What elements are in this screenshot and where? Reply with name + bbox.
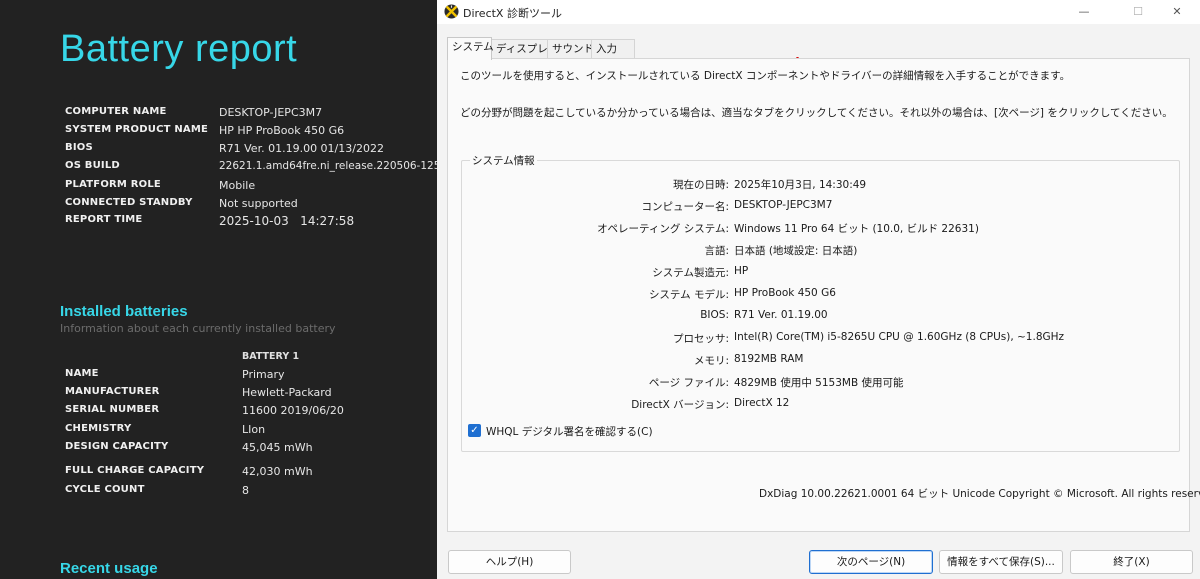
sysinfo-row: メモリ: 8192MB RAM xyxy=(462,353,1181,369)
directx-icon xyxy=(444,4,459,19)
sysinfo-row: ページ ファイル: 4829MB 使用中 5153MB 使用可能 xyxy=(462,375,1181,391)
recent-usage-title: Recent usage xyxy=(60,560,158,577)
sysinfo-key: システム モデル: xyxy=(648,289,729,301)
sysinfo-row: コンピューター名: DESKTOP-JEPC3M7 xyxy=(462,199,1181,215)
sysinfo-row: プロセッサ: Intel(R) Core(TM) i5-8265U CPU @ … xyxy=(462,331,1181,347)
sysinfo-key: ページ ファイル: xyxy=(648,377,729,389)
sysinfo-value: Intel(R) Core(TM) i5-8265U CPU @ 1.60GHz… xyxy=(734,331,1065,343)
info-value: DESKTOP-JEPC3M7 xyxy=(219,106,323,119)
sysinfo-value: DESKTOP-JEPC3M7 xyxy=(734,199,833,211)
info-value: Not supported xyxy=(219,197,298,210)
sysinfo-row: システム製造元: HP xyxy=(462,265,1181,281)
battery-key: NAME xyxy=(65,368,99,379)
battery-value: 42,030 mWh xyxy=(242,465,313,478)
info-key: COMPUTER NAME xyxy=(65,106,167,117)
title-bar[interactable]: DirectX 診断ツール — ☐ ✕ xyxy=(437,0,1200,24)
sysinfo-key: BIOS: xyxy=(700,309,729,321)
sysinfo-value: 4829MB 使用中 5153MB 使用可能 xyxy=(734,377,904,389)
battery-key: MANUFACTURER xyxy=(65,386,160,397)
sysinfo-value: 日本語 (地域設定: 日本語) xyxy=(734,245,858,257)
dxdiag-window: DirectX 診断ツール — ☐ ✕ システム ディスプレイ サウンド 入力 … xyxy=(437,0,1200,579)
battery-key: FULL CHARGE CAPACITY xyxy=(65,465,205,476)
tab-input[interactable]: 入力 xyxy=(591,39,635,59)
battery-key: CHEMISTRY xyxy=(65,423,132,434)
checkmark-icon[interactable]: ✓ xyxy=(468,424,481,437)
sysinfo-key: DirectX バージョン: xyxy=(631,399,729,411)
battery-value: 11600 2019/06/20 xyxy=(242,404,344,417)
whql-checkbox-label[interactable]: WHQL デジタル署名を確認する(C) xyxy=(486,424,653,439)
minimize-button[interactable]: — xyxy=(1061,0,1107,24)
system-tab-panel: このツールを使用すると、インストールされている DirectX コンポーネントや… xyxy=(447,58,1200,532)
battery-value: 8 xyxy=(242,484,249,497)
battery-key: DESIGN CAPACITY xyxy=(65,441,169,452)
window-title: DirectX 診断ツール xyxy=(463,7,562,20)
tab-system[interactable]: システム xyxy=(447,37,494,60)
help-button[interactable]: ヘルプ(H) xyxy=(448,550,571,574)
group-legend: システム情報 xyxy=(470,153,537,168)
sysinfo-value: 2025年10月3日, 14:30:49 xyxy=(734,179,867,191)
info-value: R71 Ver. 01.19.00 01/13/2022 xyxy=(219,142,384,155)
info-value: Mobile xyxy=(219,179,256,192)
sysinfo-value: 8192MB RAM xyxy=(734,353,804,365)
system-info-group: システム情報 現在の日時: 2025年10月3日, 14:30:49 コンピュー… xyxy=(461,153,1181,452)
sysinfo-value: Windows 11 Pro 64 ビット (10.0, ビルド 22631) xyxy=(734,223,979,235)
sysinfo-key: メモリ: xyxy=(693,355,729,367)
info-key: OS BUILD xyxy=(65,160,120,171)
sysinfo-key: オペレーティング システム: xyxy=(597,223,729,235)
info-key: REPORT TIME xyxy=(65,214,143,225)
description-text: このツールを使用すると、インストールされている DirectX コンポーネントや… xyxy=(460,70,1071,82)
info-key: PLATFORM ROLE xyxy=(65,179,161,190)
sysinfo-key: コンピューター名: xyxy=(641,201,729,213)
sysinfo-row: BIOS: R71 Ver. 01.19.00 xyxy=(462,309,1181,325)
info-value: HP HP ProBook 450 G6 xyxy=(219,124,345,137)
sysinfo-value: DirectX 12 xyxy=(734,397,790,409)
installed-batteries-title: Installed batteries xyxy=(60,303,188,320)
battery-value: Hewlett-Packard xyxy=(242,386,332,399)
sysinfo-row: DirectX バージョン: DirectX 12 xyxy=(462,397,1181,413)
sysinfo-row: 言語: 日本語 (地域設定: 日本語) xyxy=(462,243,1181,259)
battery-report-title: Battery report xyxy=(60,28,298,70)
battery-key: SERIAL NUMBER xyxy=(65,404,160,415)
copyright-text: DxDiag 10.00.22621.0001 64 ビット Unicode C… xyxy=(759,488,1200,500)
save-all-button[interactable]: 情報をすべて保存(S)... xyxy=(939,550,1063,574)
info-key: SYSTEM PRODUCT NAME xyxy=(65,124,209,135)
battery-value: 45,045 mWh xyxy=(242,441,313,454)
next-page-button[interactable]: 次のページ(N) xyxy=(809,550,933,574)
battery-key: CYCLE COUNT xyxy=(65,484,145,495)
battery-value: Primary xyxy=(242,368,285,381)
sysinfo-key: 言語: xyxy=(704,245,729,257)
sysinfo-row: 現在の日時: 2025年10月3日, 14:30:49 xyxy=(462,177,1181,193)
sysinfo-value: R71 Ver. 01.19.00 xyxy=(734,309,828,321)
sysinfo-key: システム製造元: xyxy=(652,267,729,279)
close-button[interactable]: ✕ xyxy=(1154,0,1200,24)
sysinfo-value: HP ProBook 450 G6 xyxy=(734,287,836,299)
description-text: どの分野が問題を起こしているか分かっている場合は、適当なタブをクリックしてくださ… xyxy=(460,107,1173,119)
info-value: 22621.1.amd64fre.ni_release.220506-1250 xyxy=(219,160,437,172)
sysinfo-row: システム モデル: HP ProBook 450 G6 xyxy=(462,287,1181,303)
battery-report-page: Battery report COMPUTER NAME DESKTOP-JEP… xyxy=(0,0,437,579)
info-key: BIOS xyxy=(65,142,93,153)
installed-batteries-subtitle: Information about each currently install… xyxy=(60,322,336,335)
tab-sound[interactable]: サウンド xyxy=(547,39,594,59)
battery-column-header: BATTERY 1 xyxy=(242,351,300,362)
info-key: CONNECTED STANDBY xyxy=(65,197,193,208)
sysinfo-row: オペレーティング システム: Windows 11 Pro 64 ビット (10… xyxy=(462,221,1181,237)
info-value: 2025-10-03 14:27:58 xyxy=(219,214,355,228)
tab-display[interactable]: ディスプレイ xyxy=(491,39,558,59)
sysinfo-key: プロセッサ: xyxy=(672,333,729,345)
sysinfo-value: HP xyxy=(734,265,749,277)
sysinfo-key: 現在の日時: xyxy=(672,179,729,191)
battery-value: LIon xyxy=(242,423,266,436)
exit-button[interactable]: 終了(X) xyxy=(1070,550,1193,574)
